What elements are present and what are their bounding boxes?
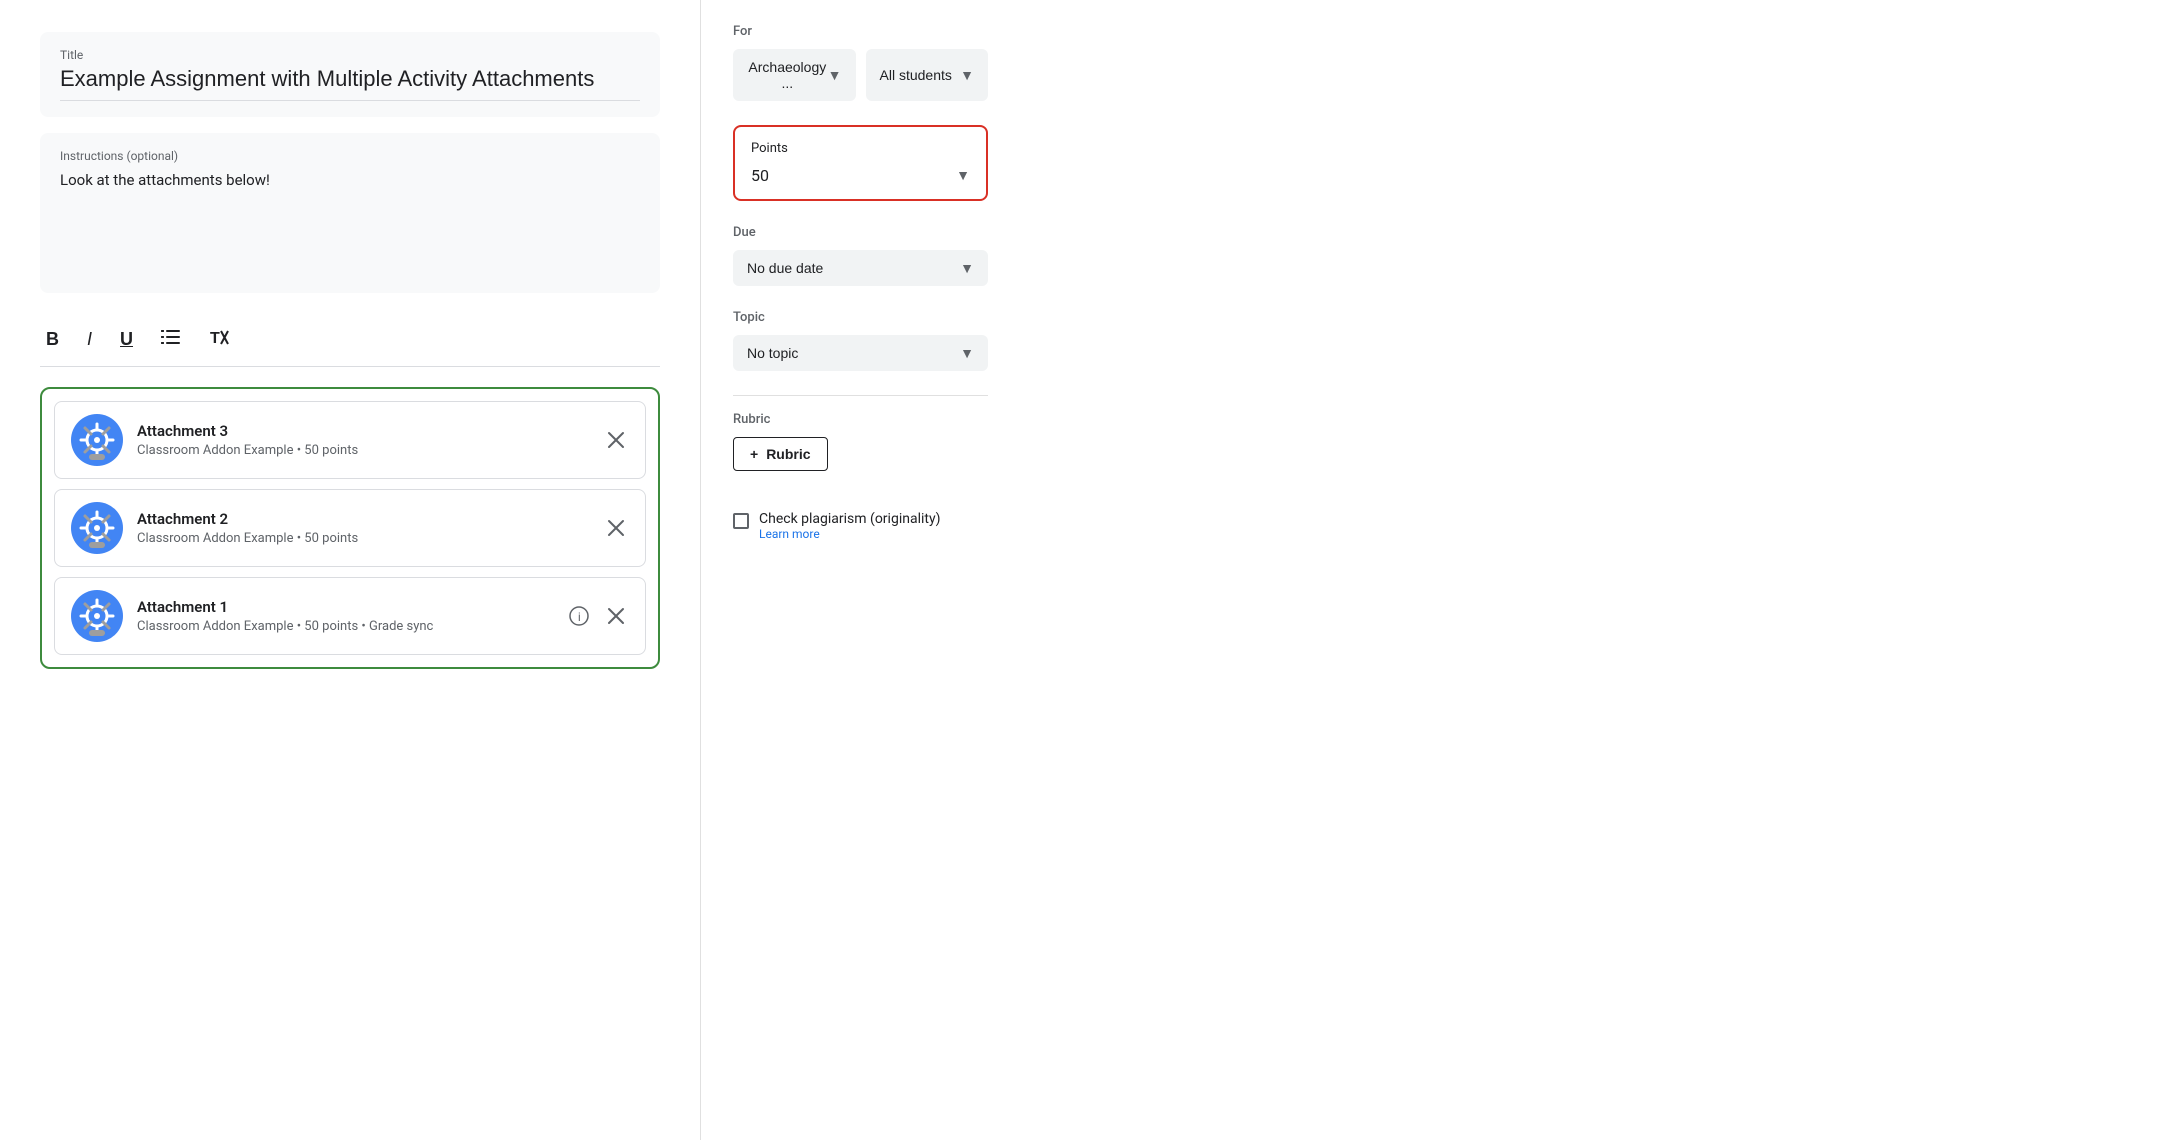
italic-button[interactable]: I	[81, 325, 98, 354]
attachment-info: Attachment 2 Classroom Addon Example • 5…	[137, 510, 589, 546]
plagiarism-title: Check plagiarism (originality)	[759, 511, 940, 527]
rubric-btn-label: Rubric	[766, 446, 810, 462]
chevron-down-icon: ▼	[960, 67, 974, 83]
points-dropdown[interactable]: 50 ▼	[751, 166, 970, 185]
attachment-name: Attachment 3	[137, 422, 589, 440]
side-panel: For Archaeology ... ▼ All students ▼ Poi…	[700, 0, 1020, 1140]
topic-dropdown[interactable]: No topic ▼	[733, 335, 988, 371]
plagiarism-text: Check plagiarism (originality) Learn mor…	[759, 511, 940, 541]
clear-format-button[interactable]: T	[203, 323, 235, 356]
attachment-meta: Classroom Addon Example • 50 points	[137, 443, 589, 458]
due-label: Due	[733, 225, 988, 240]
formatting-toolbar: B I U T	[40, 313, 660, 367]
due-section: Due No due date ▼	[733, 225, 988, 286]
for-label: For	[733, 24, 988, 39]
chevron-down-icon: ▼	[956, 167, 970, 184]
attachment-meta: Classroom Addon Example • 50 points • Gr…	[137, 619, 551, 634]
list-button[interactable]	[155, 325, 187, 354]
instructions-label: Instructions (optional)	[60, 149, 640, 163]
for-section: For Archaeology ... ▼ All students ▼	[733, 24, 988, 101]
students-dropdown[interactable]: All students ▼	[866, 49, 989, 101]
topic-label: Topic	[733, 310, 988, 325]
due-value: No due date	[747, 260, 823, 276]
bold-button[interactable]: B	[40, 325, 65, 354]
points-section: Points 50 ▼	[733, 125, 988, 201]
rubric-plus-icon: +	[750, 446, 758, 462]
points-label: Points	[751, 141, 970, 156]
svg-text:T: T	[210, 330, 220, 347]
attachment-card: Attachment 2 Classroom Addon Example • 5…	[54, 489, 646, 567]
title-section: Title	[40, 32, 660, 117]
svg-text:i: i	[578, 610, 581, 624]
topic-section: Topic No topic ▼	[733, 310, 988, 371]
attachment-info: Attachment 1 Classroom Addon Example • 5…	[137, 598, 551, 634]
instructions-text[interactable]: Look at the attachments below!	[60, 171, 640, 189]
remove-attachment-button[interactable]	[603, 515, 629, 541]
attachment-card: Attachment 1 Classroom Addon Example • 5…	[54, 577, 646, 655]
chevron-down-icon: ▼	[960, 260, 974, 276]
due-date-dropdown[interactable]: No due date ▼	[733, 250, 988, 286]
add-rubric-button[interactable]: + Rubric	[733, 437, 828, 471]
attachment-actions	[603, 427, 629, 453]
divider	[733, 395, 988, 396]
rubric-label: Rubric	[733, 412, 988, 427]
attachment-name: Attachment 2	[137, 510, 589, 528]
for-row: Archaeology ... ▼ All students ▼	[733, 49, 988, 101]
attachments-container: Attachment 3 Classroom Addon Example • 5…	[40, 387, 660, 669]
rubric-section: Rubric + Rubric	[733, 412, 988, 487]
addon-icon	[71, 414, 123, 466]
topic-value: No topic	[747, 345, 798, 361]
addon-icon	[71, 590, 123, 642]
plagiarism-section: Check plagiarism (originality) Learn mor…	[733, 511, 988, 541]
chevron-down-icon: ▼	[960, 345, 974, 361]
title-input[interactable]	[60, 66, 640, 101]
attachment-meta: Classroom Addon Example • 50 points	[137, 531, 589, 546]
attachment-card: Attachment 3 Classroom Addon Example • 5…	[54, 401, 646, 479]
remove-attachment-button[interactable]	[603, 427, 629, 453]
underline-button[interactable]: U	[114, 325, 139, 354]
students-value: All students	[880, 67, 952, 83]
attachment-actions: i	[565, 602, 629, 630]
attachment-info: Attachment 3 Classroom Addon Example • 5…	[137, 422, 589, 458]
instructions-section: Instructions (optional) Look at the atta…	[40, 133, 660, 293]
class-value: Archaeology ...	[747, 59, 828, 91]
remove-attachment-button[interactable]	[603, 603, 629, 629]
attachment-actions	[603, 515, 629, 541]
learn-more-link[interactable]: Learn more	[759, 527, 940, 541]
title-label: Title	[60, 48, 640, 62]
plagiarism-checkbox[interactable]	[733, 513, 749, 529]
addon-icon	[71, 502, 123, 554]
info-button[interactable]: i	[565, 602, 593, 630]
chevron-down-icon: ▼	[828, 67, 842, 83]
attachment-name: Attachment 1	[137, 598, 551, 616]
points-value: 50	[751, 166, 769, 185]
class-dropdown[interactable]: Archaeology ... ▼	[733, 49, 856, 101]
